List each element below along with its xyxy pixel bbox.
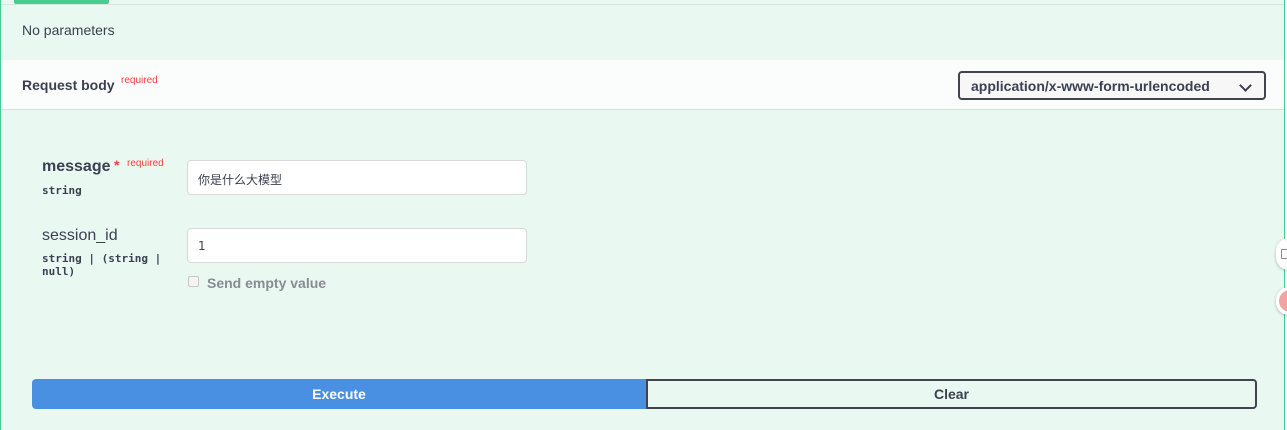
content-type-select[interactable]: application/x-www-form-urlencoded xyxy=(958,71,1266,100)
chevron-down-icon xyxy=(1239,79,1252,92)
required-label: required xyxy=(127,158,164,169)
param-name-session-id: session_id xyxy=(42,227,118,244)
request-body-required-badge: required xyxy=(121,75,158,86)
clear-button[interactable]: Clear xyxy=(646,379,1257,409)
send-empty-value-label: Send empty value xyxy=(207,275,327,291)
param-type-session-id-line1: string | (string | xyxy=(42,252,162,265)
message-input[interactable]: 你是什么大模型 xyxy=(187,160,527,195)
copy-icon xyxy=(1281,249,1287,259)
operation-panel: No parameters Request body required appl… xyxy=(0,0,1285,430)
param-type-session-id-line2: null) xyxy=(42,265,76,278)
execute-button[interactable]: Execute xyxy=(32,379,646,409)
assistant-avatar-icon xyxy=(1279,290,1287,312)
request-body-header: Request body required application/x-www-… xyxy=(1,60,1284,110)
divider xyxy=(1,4,1284,5)
session-id-input[interactable]: 1 xyxy=(187,228,527,263)
content-type-value: application/x-www-form-urlencoded xyxy=(971,78,1210,94)
no-parameters-text: No parameters xyxy=(22,22,115,38)
send-empty-value-checkbox[interactable] xyxy=(188,276,199,287)
param-type-message: string xyxy=(42,184,82,197)
param-name-message: message xyxy=(42,158,111,175)
request-body-title: Request body xyxy=(22,77,115,93)
required-star: * xyxy=(114,157,120,173)
